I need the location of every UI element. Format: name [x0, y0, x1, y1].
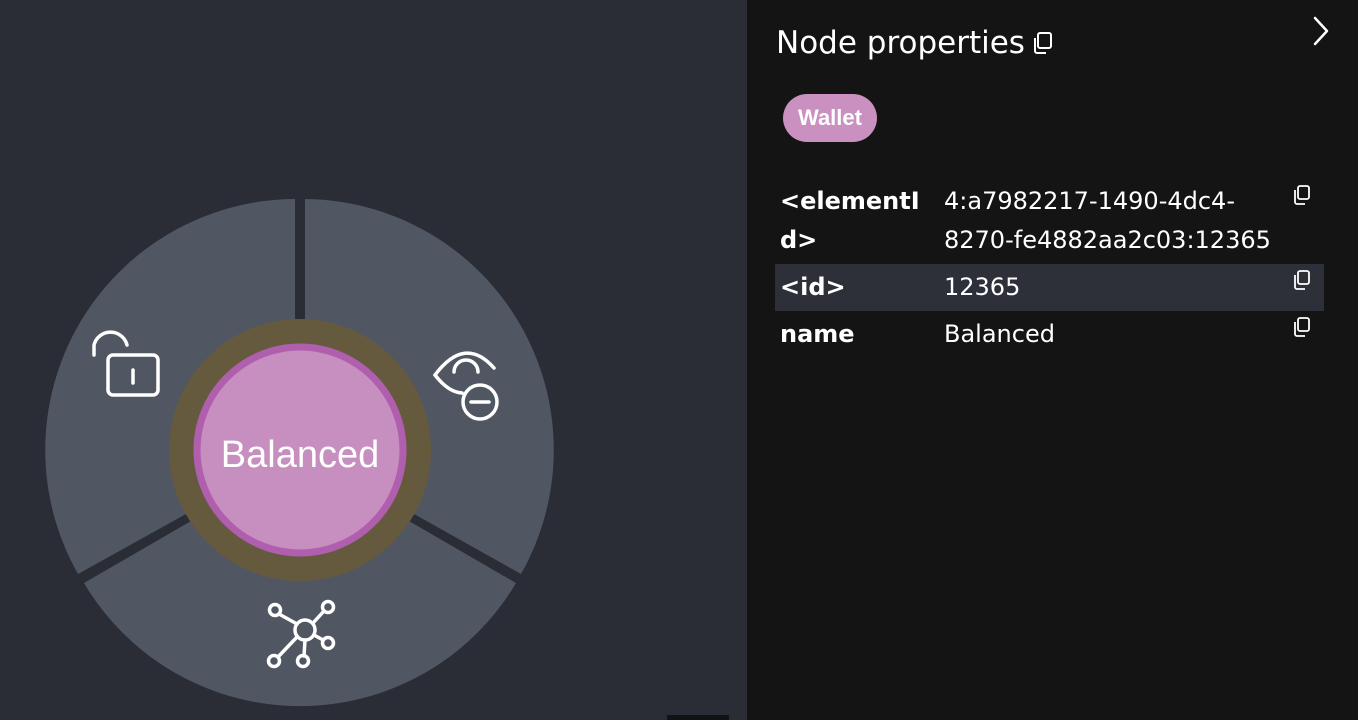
property-value: 12365 — [944, 273, 1021, 301]
property-value: 4:a7982217-1490-4dc4-8270-fe4882aa2c03:1… — [944, 187, 1271, 254]
copy-icon[interactable] — [1292, 316, 1312, 338]
copy-icon[interactable] — [1292, 184, 1312, 206]
property-key: name — [780, 320, 855, 348]
node-properties-panel: Node properties Wallet <elementId> 4:a79… — [747, 0, 1358, 720]
property-key: <elementId> — [780, 187, 920, 254]
node-label: Balanced — [220, 434, 380, 476]
property-row: <id> 12365 — [775, 264, 1324, 311]
property-value: Balanced — [944, 320, 1055, 348]
bottom-tab — [667, 715, 729, 720]
graph-canvas[interactable]: Balanced — [0, 0, 747, 720]
property-key: <id> — [780, 273, 846, 301]
label-badge[interactable]: Wallet — [783, 94, 877, 142]
node-context-menu — [45, 199, 554, 707]
chevron-right-icon[interactable] — [1307, 14, 1335, 48]
copy-icon[interactable] — [1292, 269, 1312, 291]
property-row: <elementId> 4:a7982217-1490-4dc4-8270-fe… — [775, 182, 1324, 260]
copy-icon[interactable] — [1032, 31, 1054, 55]
panel-title: Node properties — [776, 25, 1025, 61]
property-row: name Balanced — [775, 311, 1324, 358]
